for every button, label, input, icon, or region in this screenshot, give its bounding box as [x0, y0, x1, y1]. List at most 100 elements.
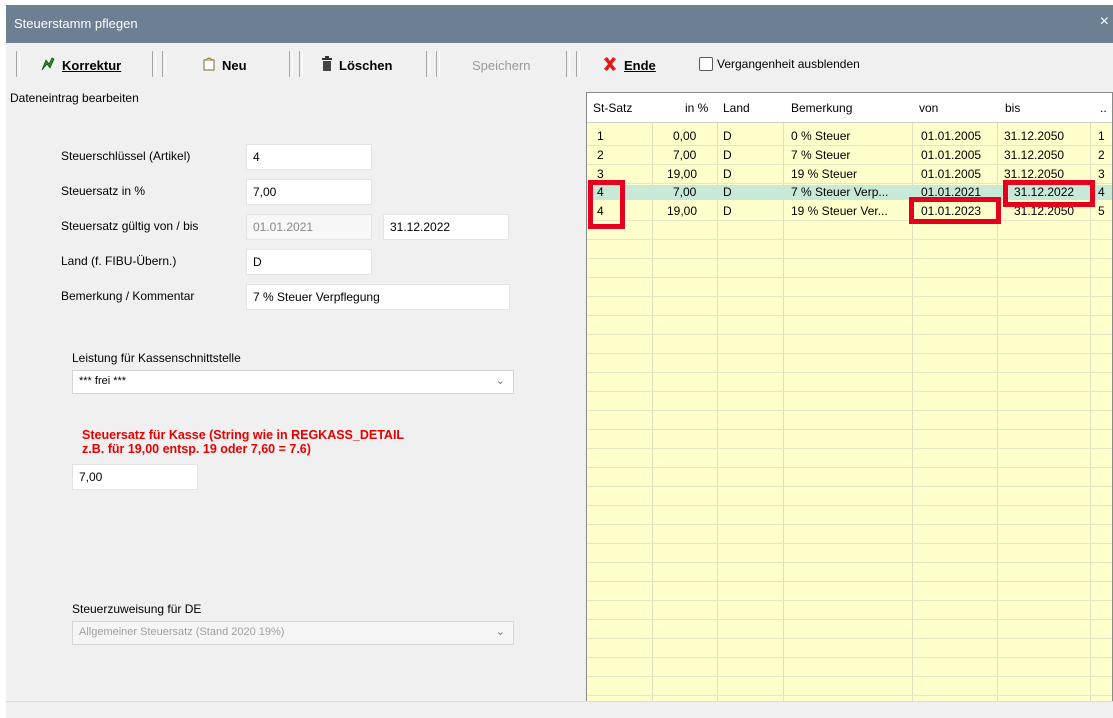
grid-row-line	[587, 277, 1112, 278]
kasse-warning-text: Steuersatz für Kasse (String wie in REGK…	[82, 428, 404, 456]
korrektur-icon	[40, 56, 56, 75]
cell-land: D	[723, 185, 732, 199]
cell-extra: 2	[1098, 148, 1105, 162]
vergangenheit-checkbox[interactable]: Vergangenheit ausblenden	[699, 57, 860, 71]
col-header-stsatz[interactable]: St-Satz	[593, 101, 632, 115]
grid-row-line	[587, 315, 1112, 316]
close-icon[interactable]: ×	[1100, 13, 1109, 31]
grid-row-line	[587, 164, 1112, 165]
bemerkung-field[interactable]: 7 % Steuer Verpflegung	[246, 284, 510, 310]
grid-row-line	[587, 296, 1112, 297]
cell-extra: 4	[1098, 185, 1105, 199]
cell-bis: 31.12.2050	[1004, 129, 1065, 143]
col-header-pct[interactable]: in %	[685, 101, 708, 115]
toolbar-separator	[576, 51, 580, 77]
cell-bemerkung: 0 % Steuer	[791, 129, 851, 143]
kasse-field[interactable]: 7,00	[72, 464, 198, 490]
toolbar-separator	[289, 51, 293, 77]
col-header-von[interactable]: von	[919, 101, 938, 115]
cell-von: 01.01.2005	[921, 167, 982, 181]
cell-bemerkung: 19 % Steuer Ver...	[791, 204, 888, 218]
close-x-icon	[602, 56, 618, 75]
grid-header: St-Satz in % Land Bemerkung von bis ..	[587, 93, 1112, 123]
toolbar-separator	[152, 51, 156, 77]
speichern-label: Speichern	[472, 57, 531, 73]
von-date-field[interactable]: 01.01.2021	[246, 214, 372, 240]
checkbox-box[interactable]	[699, 57, 713, 71]
highlight-box-bis	[1003, 180, 1095, 207]
col-header-bis[interactable]: bis	[1005, 101, 1020, 115]
cell-extra: 5	[1098, 204, 1105, 218]
vergangenheit-label: Vergangenheit ausblenden	[717, 57, 860, 71]
toolbar-separator	[162, 51, 166, 77]
grid-row-line	[587, 145, 1112, 146]
cell-pct: 19,00	[667, 204, 698, 218]
leistung-select-value: *** frei ***	[79, 375, 127, 387]
kasse-warning-line1: Steuersatz für Kasse (String wie in REGK…	[82, 428, 405, 442]
grid-row-line	[587, 543, 1112, 544]
cell-land: D	[723, 167, 732, 181]
table-row[interactable]: 2 7,00 D 7 % Steuer 01.01.2005 31.12.205…	[587, 148, 1112, 163]
zuweisung-select-value: Allgemeiner Steuersatz (Stand 2020 19%)	[79, 626, 285, 638]
leistung-select[interactable]: *** frei *** ⌄	[72, 370, 514, 394]
korrektur-label: Korrektur	[62, 57, 122, 73]
col-header-land[interactable]: Land	[723, 101, 750, 115]
grid-row-line	[587, 258, 1112, 259]
cell-extra: 1	[1098, 129, 1105, 143]
ende-button[interactable]: Ende	[602, 55, 656, 75]
highlight-box-von	[909, 197, 1001, 224]
grid-row-line	[587, 562, 1112, 563]
bis-date-field[interactable]: 31.12.2022	[383, 214, 509, 240]
leistung-label: Leistung für Kassenschnittstelle	[72, 351, 241, 365]
gueltig-label: Steuersatz gültig von / bis	[61, 219, 199, 233]
steuerschluessel-label: Steuerschlüssel (Artikel)	[61, 149, 191, 163]
neu-label: Neu	[222, 57, 247, 73]
steuersatz-field[interactable]: 7,00	[246, 179, 372, 205]
tax-grid[interactable]: St-Satz in % Land Bemerkung von bis .. 1…	[586, 92, 1113, 704]
status-bar	[6, 701, 1113, 718]
chevron-down-icon: ⌄	[495, 626, 505, 638]
window-title: Steuerstamm pflegen	[14, 16, 138, 31]
cell-stsatz: 2	[597, 148, 604, 162]
table-row[interactable]: 1 0,00 D 0 % Steuer 01.01.2005 31.12.205…	[587, 129, 1112, 144]
col-header-bemerkung[interactable]: Bemerkung	[791, 101, 852, 115]
grid-row-line	[587, 220, 1112, 221]
chevron-down-icon: ⌄	[495, 375, 505, 387]
cell-stsatz: 3	[597, 167, 604, 181]
grid-row-line	[587, 239, 1112, 240]
cell-land: D	[723, 204, 732, 218]
new-document-icon	[202, 57, 216, 74]
cell-pct: 0,00	[673, 129, 697, 143]
highlight-box-stsatz	[588, 180, 625, 229]
cell-pct: 7,00	[673, 148, 697, 162]
grid-row-line	[587, 505, 1112, 506]
neu-button[interactable]: Neu	[202, 55, 247, 75]
land-field[interactable]: D	[246, 249, 372, 275]
cell-pct: 19,00	[667, 167, 698, 181]
speichern-button[interactable]: Speichern	[472, 55, 531, 75]
toolbar-separator	[426, 51, 430, 77]
grid-row-line	[587, 619, 1112, 620]
grid-row-line	[587, 467, 1112, 468]
cell-land: D	[723, 148, 732, 162]
cell-bis: 31.12.2050	[1004, 167, 1065, 181]
zuweisung-select[interactable]: Allgemeiner Steuersatz (Stand 2020 19%) …	[72, 621, 514, 645]
toolbar-separator	[299, 51, 303, 77]
cell-bemerkung: 7 % Steuer Verp...	[791, 185, 889, 199]
grid-row-line	[587, 448, 1112, 449]
steuerschluessel-field[interactable]: 4	[246, 144, 372, 170]
grid-row-line	[587, 353, 1112, 354]
cell-von: 01.01.2005	[921, 129, 982, 143]
loeschen-button[interactable]: Löschen	[321, 55, 392, 75]
kasse-warning-line2: z.B. für 19,00 entsp. 19 oder 7,60 = 7.6…	[82, 442, 311, 456]
group-label: Dateneintrag bearbeiten	[10, 91, 139, 105]
grid-row-line	[587, 372, 1112, 373]
korrektur-button[interactable]: Korrektur	[40, 55, 121, 75]
grid-row-line	[587, 600, 1112, 601]
grid-row-line	[587, 429, 1112, 430]
toolbar: Korrektur Neu Löschen Speichern Ende Ver…	[6, 43, 1113, 85]
col-header-extra[interactable]: ..	[1100, 101, 1107, 115]
cell-bis: 31.12.2050	[1004, 148, 1065, 162]
loeschen-label: Löschen	[339, 57, 393, 73]
grid-row-line	[587, 638, 1112, 639]
